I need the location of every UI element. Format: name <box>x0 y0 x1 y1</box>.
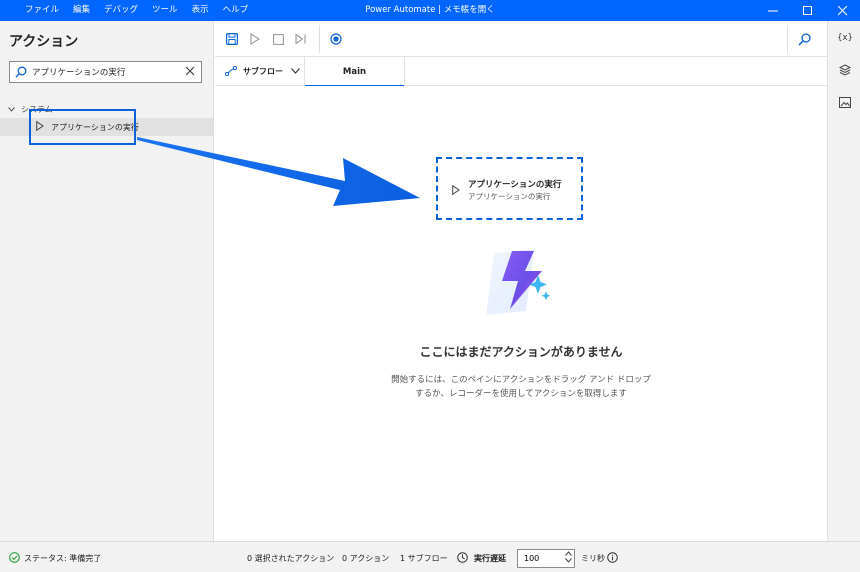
run-delay-label: 実行遅延 <box>474 554 506 563</box>
variables-button[interactable]: {x} <box>837 30 853 46</box>
toolbar-separator <box>319 25 320 53</box>
maximize-icon <box>802 5 812 15</box>
close-icon <box>837 5 847 15</box>
chevron-up-icon[interactable] <box>565 551 572 558</box>
search-icon <box>10 66 32 78</box>
run-delay-stepper <box>517 549 575 568</box>
action-search-input[interactable] <box>32 67 172 77</box>
dragged-action-subtitle: アプリケーションの実行 <box>468 192 551 201</box>
empty-state-description-line2: するか、レコーダーを使用してアクションを取得します <box>415 389 627 399</box>
run-button[interactable] <box>247 31 263 47</box>
actions-panel-title: アクション <box>9 34 79 50</box>
subflows-count: 1 サブフロー <box>400 554 448 563</box>
actions-panel: アクション システム アプリケーションの実行 <box>0 21 214 541</box>
subflow-dropdown[interactable]: サブフロー <box>215 57 305 86</box>
save-button[interactable] <box>224 31 240 47</box>
info-icon[interactable] <box>607 552 618 565</box>
tab-main[interactable]: Main <box>305 57 405 87</box>
spin-buttons[interactable] <box>565 551 572 565</box>
minimize-icon <box>767 10 778 11</box>
menu-help[interactable]: ヘルプ <box>216 0 256 21</box>
close-icon <box>185 66 195 76</box>
run-delay-input[interactable] <box>518 554 556 563</box>
run-icon <box>250 33 260 45</box>
images-button[interactable] <box>837 94 853 110</box>
maximize-button[interactable] <box>790 0 825 21</box>
status-ok-icon <box>9 552 20 565</box>
menu-file[interactable]: ファイル <box>18 0 66 21</box>
step-icon <box>295 33 306 45</box>
toolbar-separator <box>787 25 788 53</box>
status-bar: ステータス: 準備完了 0 選択されたアクション 0 アクション 1 サブフロー… <box>0 541 860 572</box>
flow-tabs: サブフロー Main <box>215 57 827 87</box>
ui-elements-button[interactable] <box>837 62 853 78</box>
chevron-down-icon <box>8 106 15 114</box>
record-icon <box>330 33 342 45</box>
close-button[interactable] <box>825 0 860 21</box>
search-icon <box>797 32 811 46</box>
actions-count: 0 アクション <box>342 554 390 563</box>
empty-state-description-line1: 開始するには、このペインにアクションをドラッグ アンド ドロップ <box>391 375 651 385</box>
tab-main-label: Main <box>342 66 367 77</box>
run-action-icon <box>452 184 460 198</box>
title-bar: ファイル 編集 デバッグ ツール 表示 ヘルプ Power Automate |… <box>0 0 860 21</box>
lightning-icon <box>486 249 551 315</box>
action-search-box <box>9 61 202 83</box>
right-side-bar: {x} <box>827 21 860 541</box>
toolbar <box>215 21 827 57</box>
window-controls <box>755 0 860 21</box>
selected-action-highlight <box>29 109 136 145</box>
status-text: ステータス: 準備完了 <box>24 554 102 563</box>
save-icon <box>226 33 238 45</box>
selected-actions-count: 0 選択されたアクション <box>247 554 335 563</box>
menu-edit[interactable]: 編集 <box>66 0 97 21</box>
menu-view[interactable]: 表示 <box>185 0 216 21</box>
clock-icon <box>457 552 468 565</box>
menu-debug[interactable]: デバッグ <box>97 0 145 21</box>
dragged-action-title: アプリケーションの実行 <box>468 180 562 190</box>
menu-tools[interactable]: ツール <box>145 0 185 21</box>
step-button[interactable] <box>293 31 309 47</box>
layers-icon <box>839 64 851 76</box>
search-flow-button[interactable] <box>796 31 812 47</box>
subflow-icon <box>224 65 238 78</box>
record-button[interactable] <box>328 31 344 47</box>
dragged-action-card[interactable]: アプリケーションの実行 アプリケーションの実行 <box>436 157 583 220</box>
chevron-down-icon <box>291 67 300 76</box>
images-icon <box>839 96 851 108</box>
subflow-label: サブフロー <box>243 67 283 76</box>
variables-icon: {x} <box>837 33 853 43</box>
menu-bar: ファイル 編集 デバッグ ツール 表示 ヘルプ <box>18 0 255 21</box>
chevron-down-icon[interactable] <box>565 558 572 565</box>
empty-state-title: ここにはまだアクションがありません <box>419 345 623 359</box>
minimize-button[interactable] <box>755 0 790 21</box>
clear-search-button[interactable] <box>185 65 195 79</box>
stop-button[interactable] <box>270 31 286 47</box>
stop-icon <box>272 33 284 45</box>
run-delay-unit: ミリ秒 <box>581 554 605 563</box>
